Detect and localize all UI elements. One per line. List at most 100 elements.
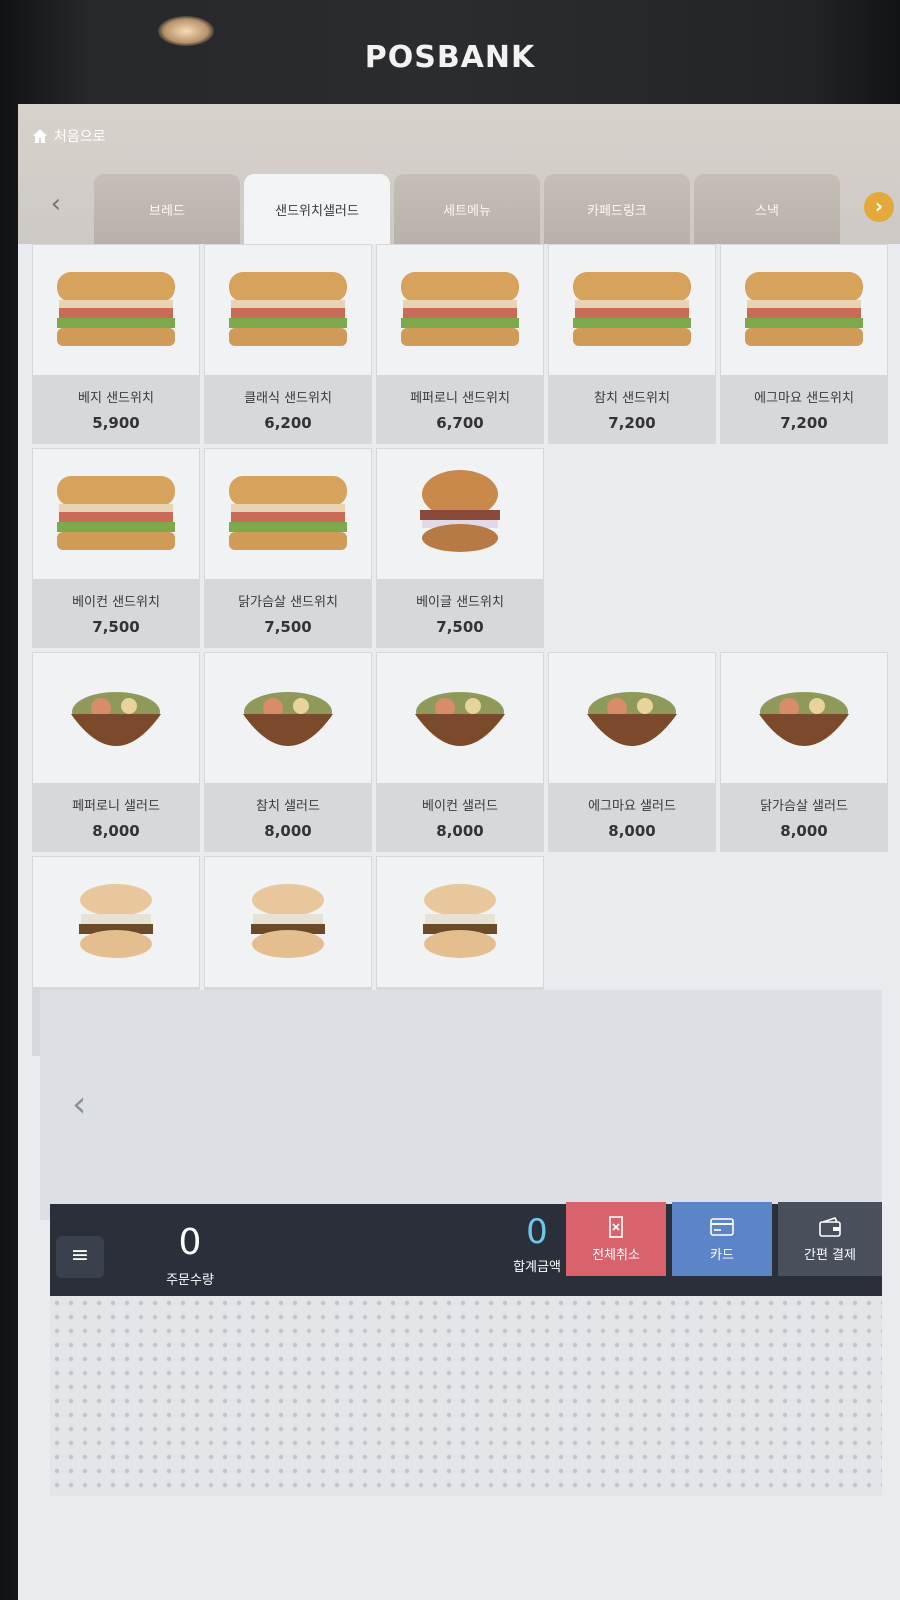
menu-item-name: 베지 샌드위치 — [78, 391, 154, 406]
sandwich-image — [573, 272, 691, 346]
menu-item-price: 7,200 — [608, 414, 656, 432]
category-tabs: 브레드 샌드위치샐러드 세트메뉴 카페드링크 스낵 — [94, 174, 840, 244]
quantity-value: 0 — [178, 1222, 202, 1263]
tab-label: 스낵 — [755, 203, 779, 219]
menu-item-caption: 베이글 샌드위치 7,500 — [377, 579, 543, 647]
menu-item-caption: 참치 샐러드 8,000 — [205, 783, 371, 851]
menu-item-card[interactable]: 페퍼로니 샌드위치 6,700 — [376, 244, 544, 444]
menu-item-card[interactable]: 베이글 샌드위치 7,500 — [376, 448, 544, 648]
menu-item-image — [205, 449, 371, 579]
menu-item-image — [33, 857, 199, 987]
rice-muffin-burger-image — [79, 884, 153, 958]
menu-item-image — [721, 653, 887, 783]
credit-card-icon — [710, 1217, 734, 1236]
receipt-cancel-icon — [609, 1215, 623, 1238]
home-label: 처음으로 — [54, 129, 106, 145]
sandwich-image — [745, 272, 863, 346]
menu-item-card[interactable]: 닭가슴살 샌드위치 7,500 — [204, 448, 372, 648]
tab-sandwich-salad[interactable]: 샌드위치샐러드 — [244, 174, 390, 244]
cancel-all-label: 전체취소 — [592, 1247, 640, 1263]
home-button[interactable]: 처음으로 — [32, 126, 106, 146]
tab-set-menu[interactable]: 세트메뉴 — [394, 174, 540, 244]
menu-item-image — [205, 653, 371, 783]
menu-item-card[interactable]: 베이컨 샌드위치 7,500 — [32, 448, 200, 648]
tab-next-arrow-icon[interactable]: › — [864, 192, 894, 222]
menu-item-price: 8,000 — [780, 822, 828, 840]
menu-item-caption: 베이컨 샐러드 8,000 — [377, 783, 543, 851]
brand-logo: POSBANK — [364, 40, 536, 75]
wallet-icon — [819, 1216, 841, 1237]
menu-item-name: 에그마요 샐러드 — [588, 799, 676, 814]
menu-item-price: 5,900 — [92, 414, 140, 432]
tab-cafe-drink[interactable]: 카페드링크 — [544, 174, 690, 244]
menu-item-caption: 베지 샌드위치 5,900 — [33, 375, 199, 443]
menu-item-name: 베이글 샌드위치 — [416, 595, 504, 610]
rice-muffin-burger-image — [251, 884, 325, 958]
menu-item-name: 클래식 샌드위치 — [244, 391, 332, 406]
menu-item-caption: 페퍼로니 샐러드 8,000 — [33, 783, 199, 851]
sandwich-image — [57, 476, 175, 550]
salad-bowl-image — [243, 692, 333, 746]
menu-item-card[interactable]: 에그마요 샌드위치 7,200 — [720, 244, 888, 444]
menu-item-price: 8,000 — [436, 822, 484, 840]
tab-label: 샌드위치샐러드 — [275, 203, 359, 219]
menu-item-caption: 참치 샌드위치 7,200 — [549, 375, 715, 443]
menu-item-card[interactable]: 페퍼로니 샐러드 8,000 — [32, 652, 200, 852]
menu-item-price: 8,000 — [92, 822, 140, 840]
menu-item-name: 에그마요 샌드위치 — [754, 391, 854, 406]
menu-item-card[interactable]: 에그마요 샐러드 8,000 — [548, 652, 716, 852]
menu-item-image — [33, 245, 199, 375]
menu-item-price: 7,500 — [436, 618, 484, 636]
menu-item-card[interactable]: 참치 샌드위치 7,200 — [548, 244, 716, 444]
menu-item-caption: 에그마요 샌드위치 7,200 — [721, 375, 887, 443]
cancel-all-button[interactable]: 전체취소 — [566, 1202, 666, 1276]
easy-pay-label: 간편 결제 — [804, 1247, 856, 1263]
menu-item-price: 7,500 — [92, 618, 140, 636]
menu-item-caption: 에그마요 샐러드 8,000 — [549, 783, 715, 851]
menu-item-name: 닭가슴살 샌드위치 — [238, 595, 338, 610]
menu-item-name: 참치 샌드위치 — [594, 391, 670, 406]
tab-label: 세트메뉴 — [443, 203, 491, 219]
menu-item-image — [721, 245, 887, 375]
home-icon — [33, 129, 47, 143]
menu-item-price: 6,200 — [264, 414, 312, 432]
menu-item-image — [549, 245, 715, 375]
menu-item-card[interactable]: 참치 샐러드 8,000 — [204, 652, 372, 852]
menu-item-name: 페퍼로니 샐러드 — [72, 799, 160, 814]
tab-bread[interactable]: 브레드 — [94, 174, 240, 244]
menu-item-name: 페퍼로니 샌드위치 — [410, 391, 510, 406]
card-pay-button[interactable]: 카드 — [672, 1202, 772, 1276]
menu-item-price: 6,700 — [436, 414, 484, 432]
menu-item-name: 닭가슴살 샐러드 — [760, 799, 848, 814]
tab-prev-arrow-icon[interactable]: ‹ — [42, 190, 70, 218]
menu-item-image — [377, 245, 543, 375]
menu-item-image — [549, 653, 715, 783]
menu-item-card[interactable]: 클래식 샌드위치 6,200 — [204, 244, 372, 444]
menu-item-card[interactable]: 베이컨 샐러드 8,000 — [376, 652, 544, 852]
menu-item-image — [377, 857, 543, 987]
quantity-label: 주문수량 — [166, 1273, 214, 1288]
salad-bowl-image — [71, 692, 161, 746]
empty-slot — [720, 448, 888, 648]
tab-snack[interactable]: 스낵 — [694, 174, 840, 244]
sandwich-image — [57, 272, 175, 346]
menu-item-image — [377, 449, 543, 579]
menu-item-card[interactable]: 닭가슴살 샐러드 8,000 — [720, 652, 888, 852]
order-list-area — [40, 990, 882, 1220]
salad-bowl-image — [415, 692, 505, 746]
menu-item-caption: 닭가슴살 샐러드 8,000 — [721, 783, 887, 851]
order-prev-arrow-icon[interactable]: ‹ — [72, 1084, 86, 1125]
easy-pay-button[interactable]: 간편 결제 — [778, 1202, 882, 1276]
menu-item-caption: 페퍼로니 샌드위치 6,700 — [377, 375, 543, 443]
menu-item-image — [205, 857, 371, 987]
empty-slot — [548, 448, 716, 648]
menu-item-name: 베이컨 샐러드 — [422, 799, 498, 814]
hamburger-menu-icon[interactable]: ≡ — [56, 1236, 104, 1278]
card-label: 카드 — [710, 1247, 734, 1263]
speaker-grille — [50, 1296, 882, 1496]
menu-item-price: 8,000 — [608, 822, 656, 840]
menu-grid: 베지 샌드위치 5,900 클래식 샌드위치 6,200 페퍼로니 샌드위치 6,700 참… — [32, 244, 892, 1056]
menu-item-card[interactable]: 베지 샌드위치 5,900 — [32, 244, 200, 444]
menu-item-price: 7,200 — [780, 414, 828, 432]
rice-muffin-burger-image — [423, 884, 497, 958]
